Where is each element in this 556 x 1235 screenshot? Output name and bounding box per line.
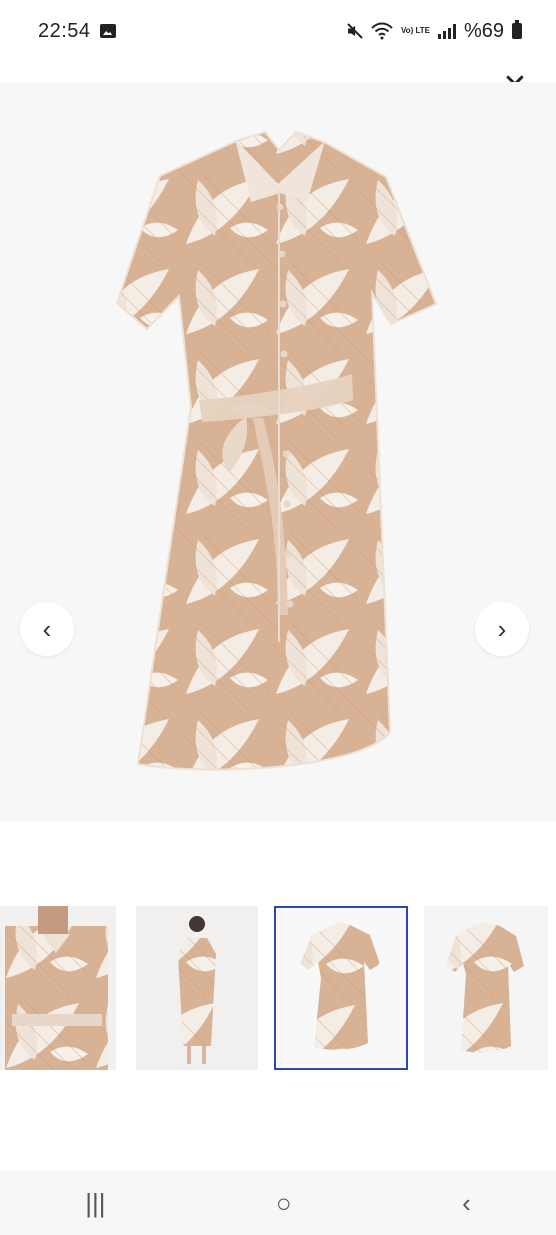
thumbnail-flatlay-back[interactable] — [424, 906, 548, 1070]
android-navigation-bar: ||| ○ ‹ — [0, 1171, 556, 1235]
next-image-button[interactable]: › — [475, 602, 529, 656]
signal-icon — [437, 23, 456, 39]
thumbnail-model-front[interactable] — [0, 906, 116, 1070]
recents-icon[interactable]: ||| — [85, 1188, 105, 1219]
home-icon[interactable]: ○ — [276, 1188, 292, 1219]
battery-percentage: %69 — [463, 19, 504, 42]
back-icon[interactable]: ‹ — [462, 1188, 471, 1219]
status-time: 22:54 — [38, 20, 91, 42]
product-image[interactable]: ‹ › — [0, 82, 556, 822]
gallery-notification-icon — [100, 24, 116, 38]
battery-icon — [512, 20, 522, 39]
thumbnail-model-back[interactable] — [136, 906, 258, 1070]
thumbnail-image — [0, 906, 116, 1070]
chevron-right-icon: › — [497, 613, 507, 644]
chevron-left-icon: ‹ — [42, 613, 52, 644]
status-bar: 22:54 Vo) LTE %69 — [0, 0, 556, 62]
mute-icon — [345, 22, 363, 40]
wifi-icon — [371, 22, 393, 40]
status-icons: Vo) LTE %69 — [345, 18, 522, 44]
dress-image — [0, 82, 556, 822]
thumbnail-image — [136, 906, 258, 1070]
thumbnail-image — [276, 908, 406, 1068]
thumbnail-flatlay-front[interactable] — [274, 906, 408, 1070]
previous-image-button[interactable]: ‹ — [20, 602, 74, 656]
thumbnail-image — [424, 906, 548, 1070]
thumbnail-strip — [0, 906, 556, 1070]
volte-icon: Vo) LTE — [400, 26, 430, 35]
